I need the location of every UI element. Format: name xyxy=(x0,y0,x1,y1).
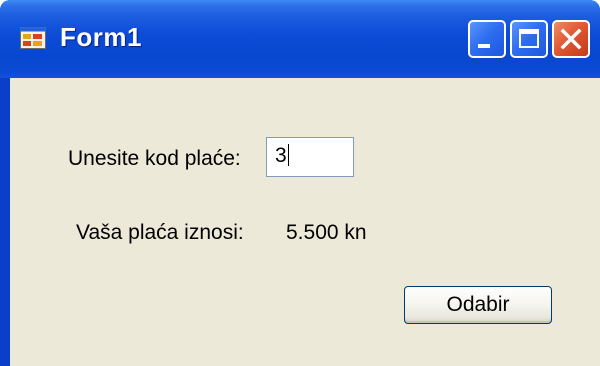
salary-result-label: Vaša plaća iznosi: xyxy=(76,221,244,244)
window-title: Form1 xyxy=(60,22,142,52)
text-caret xyxy=(287,144,289,166)
maximize-button[interactable] xyxy=(510,20,548,58)
salary-code-value: 3 xyxy=(275,144,287,167)
title-bar[interactable]: Form1 xyxy=(0,0,600,78)
form1-window: Form1 Unesite kod plaće: 3 Vaša plaća iz… xyxy=(0,0,600,366)
odabir-button[interactable]: Odabir xyxy=(404,286,552,324)
close-icon xyxy=(560,28,582,50)
salary-result-value: 5.500 kn xyxy=(286,221,367,244)
app-icon xyxy=(20,27,46,49)
maximize-icon xyxy=(519,29,539,48)
salary-code-label: Unesite kod plaće: xyxy=(68,147,241,170)
salary-code-input[interactable]: 3 xyxy=(266,137,354,177)
minimize-icon xyxy=(478,44,490,48)
close-button[interactable] xyxy=(552,20,590,58)
form-client-area: Unesite kod plaće: 3 Vaša plaća iznosi: … xyxy=(10,78,600,366)
minimize-button[interactable] xyxy=(468,20,506,58)
